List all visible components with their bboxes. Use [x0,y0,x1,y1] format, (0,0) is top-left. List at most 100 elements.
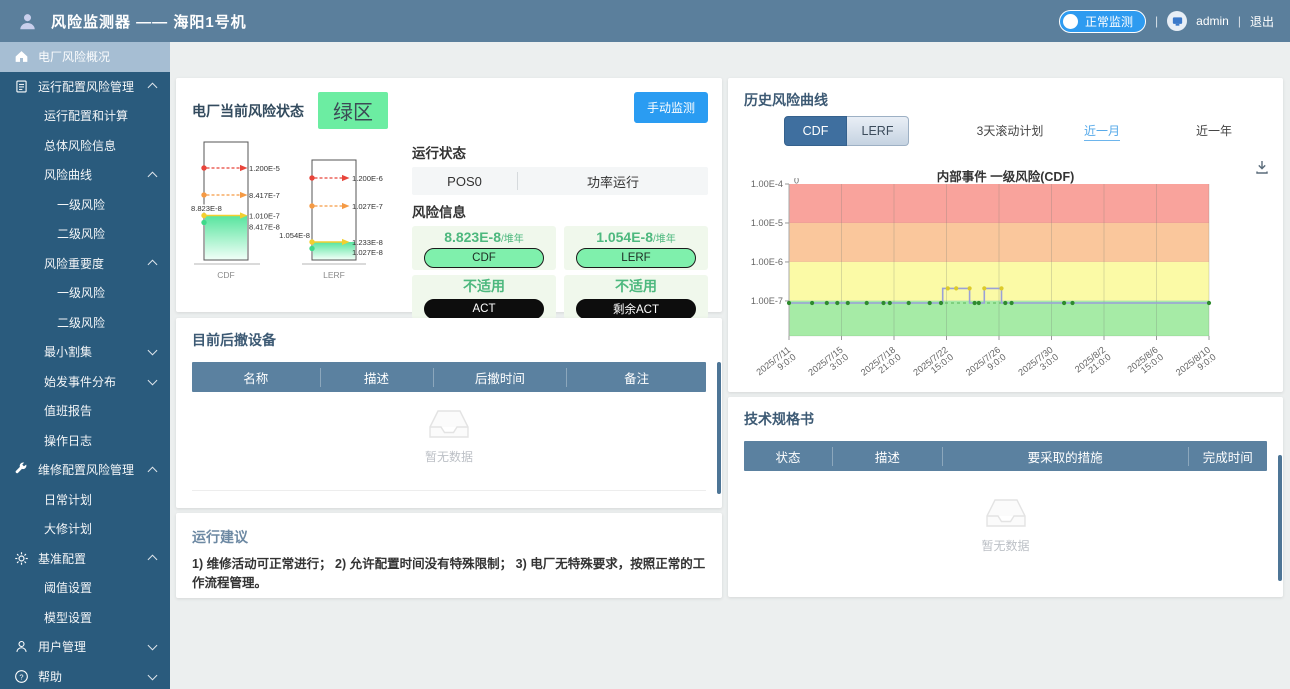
chevron-down-icon [148,346,158,356]
sidebar-item-9[interactable]: 一级风险 [0,278,170,308]
sidebar-item-2[interactable]: 运行配置风险管理 [0,72,170,102]
sidebar-item-10[interactable]: 二级风险 [0,308,170,338]
sidebar-item-4[interactable]: 总体风险信息 [0,131,170,161]
sidebar-item-19[interactable]: 阈值设置 [0,573,170,603]
tech-spec-empty-text: 暂无数据 [981,537,1029,554]
risk-card-unit: /堆年 [501,234,524,245]
tech-spec-panel: 技术规格书 状态描述要采取的措施完成时间 暂无数据 [728,397,1283,597]
manual-monitor-button[interactable]: 手动监测 [634,92,708,123]
tech-spec-table-header: 状态描述要采取的措施完成时间 [744,441,1267,471]
sidebar-item-12[interactable]: 始发事件分布 [0,367,170,397]
sidebar-item-label: 二级风险 [57,314,105,331]
sidebar-item-14[interactable]: 操作日志 [0,426,170,456]
pos-value: POS0 [412,174,517,189]
sidebar-nav: 电厂风险概况运行配置风险管理运行配置和计算总体风险信息风险曲线一级风险二级风险风… [0,42,170,689]
risk-card-LERF: 1.054E-8/堆年LERF [564,226,708,270]
y-axis-zero-label: 0 [794,178,799,186]
sidebar-item-7[interactable]: 二级风险 [0,219,170,249]
lerf-yellow-threshold: 1.233E-8 [352,238,383,247]
risk-pill-LERF[interactable]: LERF [576,248,696,268]
user-avatar[interactable] [1167,11,1187,31]
range-year-option[interactable]: 近一年 [1196,122,1232,139]
data-point [1010,301,1014,305]
x-tick-label: 2025/8/221:0:0 [1073,345,1113,382]
range-month-option[interactable]: 近一月 [1084,122,1120,141]
column-header-3: 后撤时间 [434,368,568,387]
sidebar-item-13[interactable]: 值班报告 [0,396,170,426]
sidebar-item-label: 一级风险 [57,284,105,301]
lerf-current-value: 1.054E-8 [279,231,310,240]
sidebar-item-label: 阈值设置 [44,579,92,596]
data-point [982,286,986,290]
toggle-cdf-button[interactable]: CDF [784,116,847,146]
sidebar-item-18[interactable]: 基准配置 [0,544,170,574]
suggestion-title: 运行建议 [192,527,248,547]
risk-pill-CDF[interactable]: CDF [424,248,544,268]
rollback-scrollbar[interactable] [717,362,721,494]
sidebar-item-21[interactable]: 用户管理 [0,632,170,662]
risk-card-剩余ACT: 不适用剩余ACT [564,275,708,319]
wrench-icon [14,462,29,477]
chevron-down-icon [148,670,158,680]
sidebar-item-label: 模型设置 [44,609,92,626]
sidebar-item-6[interactable]: 一级风险 [0,190,170,220]
sidebar-item-label: 帮助 [38,668,62,685]
x-tick-label: 2025/7/1821:0:0 [859,345,903,385]
risk-pill-剩余ACT[interactable]: 剩余ACT [576,299,696,319]
sidebar-item-11[interactable]: 最小割集 [0,337,170,367]
risk-info-cards: 8.823E-8/堆年CDF1.054E-8/堆年LERF不适用ACT不适用剩余… [412,226,708,319]
toggle-lerf-button[interactable]: LERF [847,116,909,146]
column-header-1: 状态 [744,447,833,466]
risk-monitor-app: 风险监测器 —— 海阳1号机 正常监测 | admin | 退出 电厂风险概况运… [0,0,1290,689]
username[interactable]: admin [1196,14,1229,28]
data-point [954,286,958,290]
empty-inbox-icon [425,406,473,442]
data-point [835,301,839,305]
sidebar-item-label: 大修计划 [44,520,92,537]
rollback-panel-title: 目前后撤设备 [192,330,276,350]
sidebar-item-label: 值班报告 [44,402,92,419]
data-point [999,286,1003,290]
x-tick-label: 2025/7/269:0:0 [964,345,1008,385]
x-tick-label: 2025/7/2215:0:0 [911,345,955,385]
column-header-4: 完成时间 [1189,447,1267,466]
y-tick-label: 1.00E-6 [751,257,783,267]
data-point [810,301,814,305]
header-divider: | [1155,14,1158,28]
home-icon [14,49,29,64]
tech-spec-scrollbar[interactable] [1278,455,1282,581]
lerf-axis-label: LERF [323,270,345,280]
sidebar-item-1[interactable]: 电厂风险概况 [0,42,170,72]
sidebar-item-8[interactable]: 风险重要度 [0,249,170,279]
data-point [881,301,885,305]
risk-pill-ACT[interactable]: ACT [424,299,544,319]
chevron-down-icon [148,641,158,651]
chevron-up-icon [148,171,158,181]
sidebar-item-5[interactable]: 风险曲线 [0,160,170,190]
chevron-down-icon [148,375,158,385]
monitor-status-toggle[interactable]: 正常监测 [1059,10,1146,33]
cdf-orange-threshold: 8.417E-7 [249,191,280,200]
sidebar-item-17[interactable]: 大修计划 [0,514,170,544]
column-header-4: 备注 [567,368,706,387]
current-risk-panel: 电厂当前风险状态 绿区 手动监测 1.200E-5 [176,78,722,312]
sidebar-item-label: 电厂风险概况 [38,48,110,65]
cdf-yellow-threshold: 1.010E-7 [249,212,280,221]
data-point [946,286,950,290]
sidebar-item-22[interactable]: ?帮助 [0,662,170,689]
sidebar-item-label: 二级风险 [57,225,105,242]
logout-link[interactable]: 退出 [1250,13,1274,30]
risk-zone-badge: 绿区 [318,92,388,129]
data-point [928,301,932,305]
data-point [825,301,829,305]
sidebar-item-20[interactable]: 模型设置 [0,603,170,633]
cdf-axis-label: CDF [217,270,234,280]
user-icon [14,639,29,654]
x-tick-label: 2025/8/109:0:0 [1174,345,1218,385]
sidebar-item-15[interactable]: 维修配置风险管理 [0,455,170,485]
sidebar-item-label: 一级风险 [57,196,105,213]
x-tick-label: 2025/7/303:0:0 [1016,345,1060,385]
sidebar-item-3[interactable]: 运行配置和计算 [0,101,170,131]
sidebar-item-16[interactable]: 日常计划 [0,485,170,515]
range-3day-option[interactable]: 3天滚动计划 [950,122,1070,139]
